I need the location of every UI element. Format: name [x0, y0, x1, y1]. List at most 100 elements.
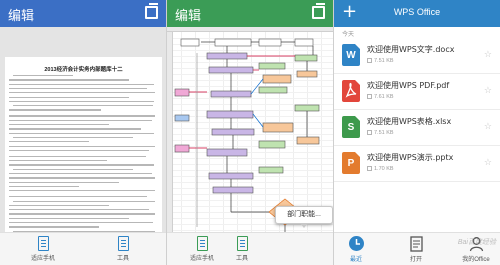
file-item-xlsx[interactable]: S 欢迎使用WPS表格.xlsx 7.51 KB ☆ — [334, 110, 500, 146]
text-line — [9, 115, 155, 117]
flow-header — [180, 38, 200, 47]
flow-highlight — [262, 122, 294, 133]
flow-process — [208, 172, 254, 180]
fit-phone-icon — [196, 236, 208, 251]
flow-status — [258, 166, 284, 174]
device-icon — [367, 58, 372, 63]
sheet-file-icon: S — [342, 116, 360, 138]
flow-header — [258, 38, 282, 47]
flow-header — [214, 38, 252, 47]
flow-connector — [252, 113, 264, 128]
home-topbar: + WPS Office — [334, 0, 500, 27]
flow-process — [210, 90, 252, 98]
file-item-docx[interactable]: W 欢迎使用WPS文字.docx 7.51 KB ☆ — [334, 38, 500, 74]
flow-status — [258, 86, 288, 94]
cell-popup[interactable]: 部门职能... — [275, 206, 333, 228]
flowchart — [174, 38, 320, 232]
flow-process — [206, 148, 248, 157]
tools-button[interactable]: 工具 — [98, 236, 148, 262]
text-line — [9, 145, 155, 147]
text-line — [9, 190, 155, 192]
flow-highlight — [296, 136, 320, 145]
multiwindow-icon[interactable] — [145, 3, 158, 19]
sheet-panel: 编辑 部门职能... 适应手机 工具 — [167, 0, 334, 265]
sheet-topbar: 编辑 — [167, 0, 333, 27]
text-line — [9, 177, 155, 179]
flow-status — [258, 62, 286, 70]
text-line — [9, 226, 99, 228]
star-icon[interactable]: ☆ — [484, 158, 492, 168]
text-line — [13, 75, 73, 77]
flow-status — [258, 140, 286, 149]
document-page[interactable]: 2013经济会计实务内部题库十二 — [5, 57, 162, 254]
text-line — [9, 92, 155, 94]
flow-status — [294, 54, 318, 62]
folder-icon — [408, 235, 425, 252]
text-line — [13, 168, 133, 170]
edit-label[interactable]: 编辑 — [175, 5, 201, 24]
nav-recent[interactable]: 最近 — [336, 235, 376, 263]
office-home-panel: + WPS Office 今天 W 欢迎使用WPS文字.docx 7.51 KB… — [334, 0, 500, 265]
clock-icon — [348, 235, 365, 252]
fit-phone-icon — [37, 236, 49, 251]
document-title: 2013经济会计实务内部题库十二 — [44, 67, 123, 73]
text-line — [9, 222, 153, 224]
flow-lane — [174, 88, 190, 97]
pdf-symbol-icon — [345, 82, 357, 98]
pdf-file-icon — [342, 80, 360, 102]
text-line — [9, 83, 154, 85]
tools-icon — [236, 236, 248, 251]
spreadsheet-grid[interactable] — [167, 27, 333, 232]
text-line — [9, 109, 101, 111]
text-line — [9, 87, 147, 90]
fit-phone-button[interactable]: 适应手机 — [18, 236, 68, 262]
text-line — [13, 105, 153, 107]
flow-lane — [174, 144, 190, 153]
edit-label[interactable]: 编辑 — [8, 5, 34, 24]
flow-process — [206, 52, 248, 60]
text-line — [9, 181, 119, 183]
text-line — [9, 149, 149, 152]
star-icon[interactable]: ☆ — [484, 122, 492, 132]
text-line — [9, 213, 155, 215]
watermark-logo: Bai百度经验 — [457, 239, 496, 246]
text-line — [9, 160, 107, 162]
flow-process — [208, 66, 254, 74]
multiwindow-icon[interactable] — [312, 3, 325, 19]
star-icon[interactable]: ☆ — [484, 50, 492, 60]
text-line — [9, 119, 152, 121]
flow-process — [206, 110, 254, 119]
app-title: WPS Office — [393, 7, 441, 17]
flow-status — [294, 104, 320, 112]
writer-topbar: 编辑 — [0, 0, 166, 27]
flow-lane — [174, 114, 190, 122]
text-line — [9, 209, 149, 211]
text-line — [9, 100, 154, 103]
flow-header — [294, 38, 314, 47]
file-item-pptx[interactable]: P 欢迎使用WPS演示.pptx 1.70 KB ☆ — [334, 146, 500, 182]
text-line — [9, 185, 79, 188]
text-line — [13, 200, 155, 202]
section-today: 今天 — [342, 32, 355, 38]
text-line — [9, 124, 109, 126]
text-line — [9, 164, 154, 166]
writer-panel: 编辑 2013经济会计实务内部题库十二 适应手机 工具 — [0, 0, 167, 265]
tools-button[interactable]: 工具 — [217, 236, 267, 262]
text-line — [13, 136, 133, 139]
flow-highlight — [296, 70, 318, 78]
tools-icon — [117, 236, 129, 251]
device-icon — [367, 94, 372, 99]
nav-open[interactable]: 打开 — [396, 235, 436, 263]
text-line — [9, 155, 146, 158]
text-line — [9, 128, 141, 130]
document-area: 2013经济会计实务内部题库十二 — [0, 27, 166, 254]
word-file-icon: W — [342, 44, 360, 66]
file-item-pdf[interactable]: 欢迎使用WPS PDF.pdf 7.61 KB ☆ — [334, 74, 500, 110]
flow-highlight — [262, 74, 292, 84]
text-line — [9, 141, 89, 143]
presentation-file-icon: P — [342, 152, 360, 174]
text-line — [9, 217, 129, 219]
star-icon[interactable]: ☆ — [484, 86, 492, 96]
flow-process — [212, 186, 254, 194]
writer-bottom-bar: 适应手机 工具 — [0, 232, 166, 265]
